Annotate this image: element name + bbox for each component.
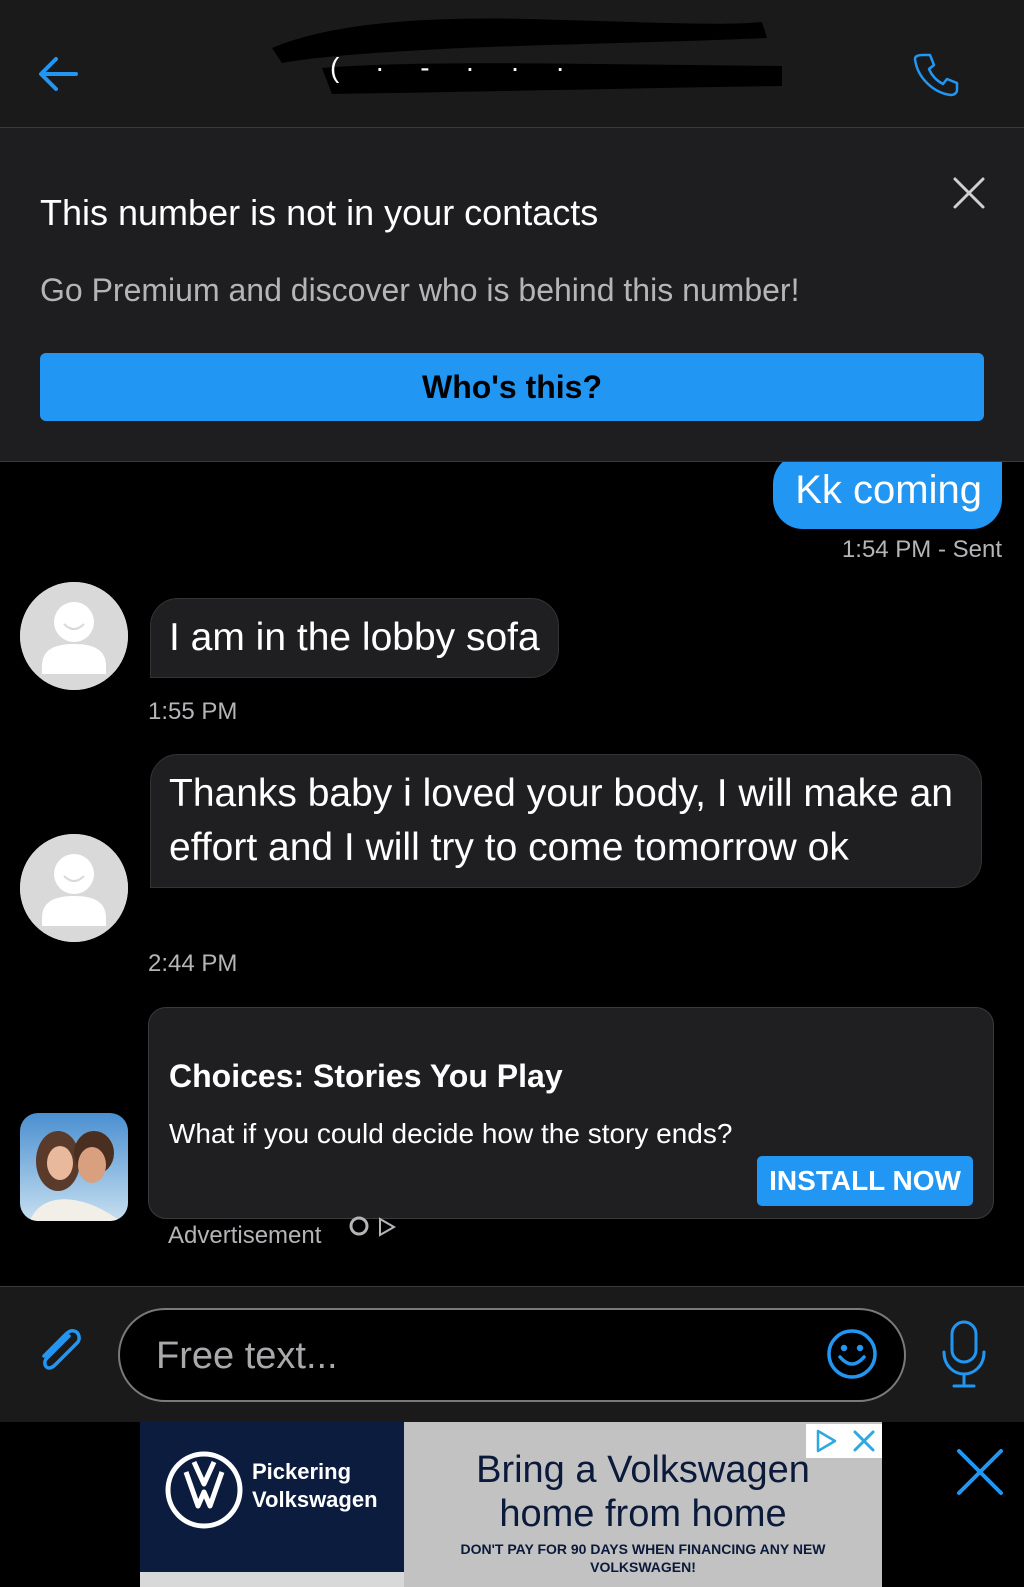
voice-message-button[interactable] bbox=[934, 1315, 994, 1395]
banner-subtitle: Go Premium and discover who is behind th… bbox=[40, 272, 800, 308]
back-button[interactable] bbox=[28, 44, 88, 104]
ad-title: Choices: Stories You Play bbox=[169, 1058, 563, 1094]
close-icon bbox=[953, 177, 985, 209]
conversation-header: ( · - · · · bbox=[0, 0, 1024, 128]
whos-this-button[interactable]: Who's this? bbox=[40, 353, 984, 421]
phone-icon bbox=[913, 53, 959, 97]
ad-app-thumbnail[interactable] bbox=[20, 1113, 128, 1221]
bottom-banner-ad[interactable]: Pickering Volkswagen Bring a Volkswagen … bbox=[0, 1422, 1024, 1587]
sponsored-ad-card[interactable]: Choices: Stories You Play What if you co… bbox=[148, 1007, 994, 1219]
call-button[interactable] bbox=[906, 44, 966, 104]
ad-description: What if you could decide how the story e… bbox=[169, 1118, 733, 1149]
received-message-bubble[interactable]: Thanks baby i loved your body, I will ma… bbox=[150, 754, 982, 888]
volkswagen-logo-icon bbox=[165, 1451, 243, 1529]
banner-close-button[interactable] bbox=[946, 170, 992, 216]
avatar[interactable] bbox=[20, 582, 128, 690]
adchoices-icon[interactable] bbox=[348, 1216, 400, 1240]
contact-title: ( · - · · · bbox=[330, 52, 579, 83]
adchoices-triangle-icon[interactable] bbox=[813, 1428, 839, 1454]
install-now-button[interactable]: INSTALL NOW bbox=[757, 1156, 973, 1206]
emoji-button[interactable] bbox=[824, 1326, 880, 1382]
ad-info-close[interactable] bbox=[806, 1424, 882, 1458]
default-avatar-icon bbox=[20, 834, 128, 942]
sent-message-bubble[interactable]: Kk coming bbox=[773, 462, 1002, 529]
avatar[interactable] bbox=[20, 834, 128, 942]
ad-brand-panel[interactable]: Pickering Volkswagen bbox=[140, 1422, 404, 1572]
ad-brand-line1: Pickering bbox=[252, 1459, 352, 1484]
attach-button[interactable] bbox=[26, 1317, 92, 1383]
smiley-icon bbox=[827, 1329, 877, 1379]
ad-strip bbox=[140, 1572, 404, 1587]
microphone-icon bbox=[942, 1320, 986, 1388]
message-input[interactable] bbox=[156, 1332, 776, 1380]
ad-fine-print: DON'T PAY FOR 90 DAYS WHEN FINANCING ANY… bbox=[460, 1541, 826, 1575]
ad-brand-line2: Volkswagen bbox=[252, 1487, 378, 1512]
ad-headline-line2: home from home bbox=[499, 1493, 787, 1535]
received-message-bubble[interactable]: I am in the lobby sofa bbox=[150, 598, 559, 678]
advertisement-label: Advertisement bbox=[168, 1222, 322, 1249]
sent-message-status: 1:54 PM - Sent bbox=[841, 536, 1002, 563]
close-icon bbox=[957, 1449, 1003, 1495]
paperclip-icon bbox=[42, 1329, 81, 1370]
message-input-container[interactable] bbox=[118, 1308, 906, 1402]
banner-title: This number is not in your contacts bbox=[40, 192, 599, 233]
message-composer bbox=[0, 1286, 1024, 1422]
message-list[interactable]: Kk coming 1:54 PM - Sent I am in the lob… bbox=[0, 462, 1024, 1286]
ad-app-image bbox=[20, 1113, 128, 1221]
message-timestamp: 2:44 PM bbox=[148, 950, 238, 977]
message-timestamp: 1:55 PM bbox=[148, 698, 238, 725]
arrow-left-icon bbox=[39, 57, 78, 91]
unknown-number-banner: This number is not in your contacts Go P… bbox=[0, 128, 1024, 462]
ad-headline: Bring a Volkswagen home from home bbox=[404, 1448, 882, 1536]
default-avatar-icon bbox=[20, 582, 128, 690]
ad-close-button[interactable] bbox=[950, 1442, 1010, 1502]
ad-brand-name: Pickering Volkswagen bbox=[252, 1458, 378, 1514]
ad-close-small-icon[interactable] bbox=[852, 1429, 876, 1453]
